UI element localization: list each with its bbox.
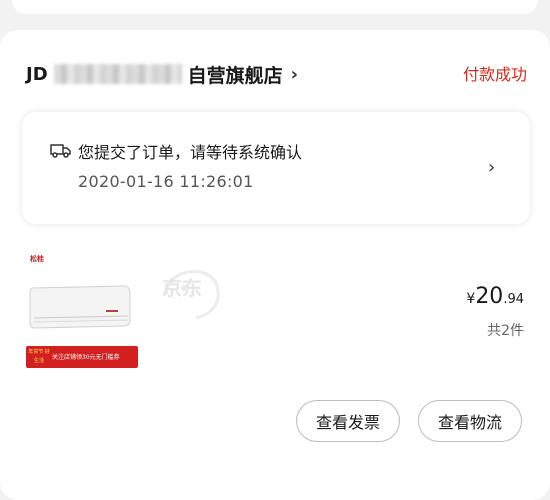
promo-tag: 年货节 好生活 (28, 349, 50, 364)
price-integer: 20 (475, 284, 504, 309)
promo-banner: 年货节 好生活 关注店铺领30元无门槛券 (26, 346, 138, 368)
product-quantity: 共2件 (487, 323, 524, 339)
previous-card (12, 0, 538, 14)
chevron-right-icon: › (488, 157, 496, 178)
promo-text: 关注店铺领30元无门槛券 (52, 354, 120, 361)
shop-name: 自营旗舰店 (187, 64, 283, 87)
order-status: 付款成功 (462, 65, 527, 84)
shop-prefix: JD (26, 63, 48, 85)
notice-title: 您提交了订单，请等待系统确认 (78, 143, 303, 162)
price-currency: ¥ (466, 291, 476, 307)
view-logistics-button[interactable]: 查看物流 (418, 400, 522, 442)
product-price: ¥20.94 (420, 284, 524, 309)
chevron-right-icon: › (290, 63, 299, 85)
brand-label: 松桂 (30, 255, 44, 263)
shop-header[interactable]: JD 自营旗舰店 › (26, 60, 298, 88)
view-invoice-button[interactable]: 查看发票 (296, 400, 400, 442)
jd-watermark: 京东 (162, 276, 202, 300)
truck-icon (50, 144, 71, 158)
price-decimal: .94 (503, 292, 524, 307)
shop-name-redacted (53, 64, 182, 84)
notice-timestamp: 2020-01-16 11:26:01 (78, 172, 254, 191)
order-notice-card[interactable]: 您提交了订单，请等待系统确认 2020-01-16 11:26:01 › (22, 112, 530, 224)
